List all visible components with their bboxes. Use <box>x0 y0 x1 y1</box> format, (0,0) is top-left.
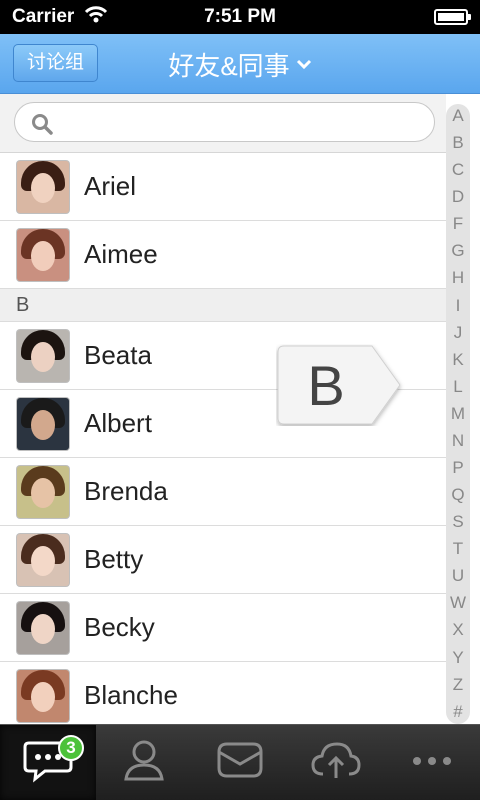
avatar <box>17 228 69 281</box>
avatar <box>17 160 69 213</box>
avatar <box>17 669 69 722</box>
contact-name: Blanche <box>84 680 178 710</box>
index-letter[interactable]: J <box>454 323 463 343</box>
search-area <box>0 94 446 153</box>
alphabet-index-bar[interactable]: A B C D F G H I J K L M N P Q S T U W X Y Z # <box>446 104 470 724</box>
contact-name: Betty <box>84 544 144 574</box>
contact-row[interactable]: Blanche <box>0 662 446 730</box>
discussion-group-button[interactable]: 讨论组 <box>13 44 98 82</box>
tab-more[interactable] <box>384 725 480 800</box>
index-letter[interactable]: W <box>450 593 466 613</box>
avatar <box>17 601 69 654</box>
contact-list: Ariel Aimee B Beata Albert Brenda Betty … <box>0 153 446 730</box>
contact-name: Albert <box>84 408 152 438</box>
index-letter[interactable]: # <box>453 702 462 722</box>
index-letter[interactable]: M <box>451 404 465 424</box>
tab-contacts[interactable] <box>96 725 192 800</box>
search-icon <box>31 113 53 140</box>
index-letter[interactable]: B <box>452 133 463 153</box>
index-letter[interactable]: Y <box>452 648 463 668</box>
tab-mail[interactable] <box>192 725 288 800</box>
wifi-icon <box>84 5 108 29</box>
avatar <box>17 533 69 586</box>
index-letter[interactable]: P <box>452 458 463 478</box>
contact-name: Aimee <box>84 239 158 269</box>
index-letter[interactable]: T <box>453 539 463 559</box>
avatar <box>17 397 69 450</box>
avatar <box>17 329 69 382</box>
status-bar: Carrier 7:51 PM <box>0 0 480 34</box>
index-letter[interactable]: L <box>453 377 462 397</box>
nav-title-dropdown[interactable]: 好友&同事 <box>120 34 360 94</box>
contact-name: Ariel <box>84 171 137 201</box>
letter-popup: B <box>276 344 406 426</box>
search-input[interactable] <box>14 102 435 142</box>
index-letter[interactable]: D <box>452 187 464 207</box>
index-letter[interactable]: Z <box>453 675 463 695</box>
battery-icon <box>434 9 471 25</box>
mail-icon <box>215 738 265 787</box>
nav-title-label: 好友&同事 <box>168 50 290 81</box>
index-letter[interactable]: H <box>452 268 464 288</box>
index-letter[interactable]: U <box>452 566 464 586</box>
tab-cloud[interactable] <box>288 725 384 800</box>
contact-row[interactable]: Ariel <box>0 153 446 221</box>
status-left: Carrier <box>12 5 108 29</box>
index-letter[interactable]: K <box>452 350 463 370</box>
more-icon <box>410 754 454 772</box>
index-letter[interactable]: N <box>452 431 464 451</box>
contact-row[interactable]: Betty <box>0 526 446 594</box>
index-letter[interactable]: I <box>456 296 461 316</box>
contact-name: Becky <box>84 612 155 642</box>
index-letter[interactable]: A <box>452 106 463 126</box>
index-letter[interactable]: C <box>452 160 464 180</box>
index-letter[interactable]: G <box>451 241 464 261</box>
chevron-down-icon <box>296 58 312 70</box>
section-header: B <box>0 289 446 322</box>
cloud-upload-icon <box>309 738 363 787</box>
unread-badge: 3 <box>58 735 84 761</box>
popup-letter: B <box>307 353 345 417</box>
index-letter[interactable]: Q <box>451 485 464 505</box>
contact-row[interactable]: Aimee <box>0 221 446 289</box>
nav-bar: 讨论组 好友&同事 <box>0 34 480 94</box>
tab-messages[interactable]: 3 <box>0 725 96 800</box>
tab-bar: 3 <box>0 724 480 800</box>
avatar <box>17 465 69 518</box>
contact-row[interactable]: Becky <box>0 594 446 662</box>
carrier-label: Carrier <box>12 6 75 27</box>
index-letter[interactable]: S <box>452 512 463 532</box>
contacts-icon <box>122 737 166 788</box>
index-letter[interactable]: F <box>453 214 463 234</box>
contact-row[interactable]: Brenda <box>0 458 446 526</box>
contact-name: Brenda <box>84 476 168 506</box>
contact-name: Beata <box>84 340 152 370</box>
index-letter[interactable]: X <box>452 620 463 640</box>
